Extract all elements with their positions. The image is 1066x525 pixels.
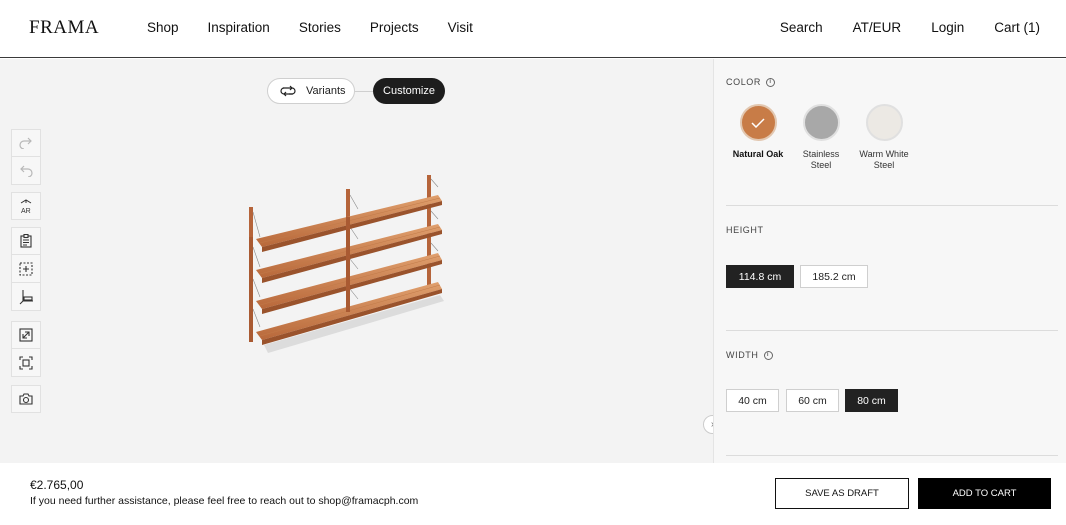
- nav-visit[interactable]: Visit: [448, 20, 473, 35]
- divider: [726, 205, 1058, 206]
- view-tools: [11, 321, 41, 377]
- swatch-label: Warm White Steel: [859, 149, 909, 170]
- nav-currency[interactable]: AT/EUR: [853, 20, 902, 35]
- capture-tools: [11, 385, 41, 413]
- swap-icon: [280, 85, 296, 97]
- nav-stories[interactable]: Stories: [299, 20, 341, 35]
- nav-login[interactable]: Login: [931, 20, 964, 35]
- info-icon[interactable]: i: [766, 77, 776, 87]
- add-to-cart-button[interactable]: ADD TO CART: [918, 478, 1051, 509]
- mode-connector: [355, 90, 373, 92]
- measure-icon: [19, 289, 33, 304]
- variants-label: Variants: [306, 85, 346, 97]
- screenshot-button[interactable]: [11, 385, 41, 413]
- add-module-button[interactable]: [11, 255, 41, 283]
- height-option-114-8[interactable]: 114.8 cm: [726, 265, 794, 288]
- fullscreen-button[interactable]: [11, 321, 41, 349]
- logo[interactable]: FRAMA: [29, 17, 99, 39]
- width-option-80[interactable]: 80 cm: [845, 389, 898, 412]
- swatch-label: Natural Oak: [732, 149, 784, 159]
- swatch-label: Stainless Steel: [802, 149, 840, 170]
- color-label: COLOR i: [726, 77, 776, 87]
- camera-icon: [19, 393, 33, 405]
- site-header: FRAMA Shop Inspiration Stories Projects …: [0, 0, 1066, 58]
- price: €2.765,00: [30, 478, 84, 492]
- shelf-render[interactable]: [230, 167, 460, 372]
- height-label: HEIGHT: [726, 225, 764, 235]
- measure-button[interactable]: [11, 283, 41, 311]
- width-label-text: WIDTH: [726, 350, 759, 360]
- color-label-text: COLOR: [726, 77, 762, 87]
- purchase-bar: €2.765,00 If you need further assistance…: [0, 463, 1066, 525]
- nav-inspiration[interactable]: Inspiration: [208, 20, 270, 35]
- check-icon: [751, 117, 765, 128]
- configurator-panel: COLOR i Natural Oak Stainless Steel Warm…: [713, 59, 1066, 463]
- ar-tools: AR: [11, 192, 41, 220]
- save-draft-button[interactable]: SAVE AS DRAFT: [775, 478, 909, 509]
- expand-icon: [19, 328, 33, 342]
- edit-tools: [11, 227, 41, 311]
- height-label-text: HEIGHT: [726, 225, 764, 235]
- height-option-185-2[interactable]: 185.2 cm: [800, 265, 868, 288]
- divider: [726, 455, 1058, 456]
- clipboard-icon: [20, 234, 32, 248]
- width-option-40[interactable]: 40 cm: [726, 389, 779, 412]
- svg-text:AR: AR: [21, 208, 31, 215]
- swatch-natural-oak[interactable]: Natural Oak: [726, 104, 790, 160]
- swatch-circle: [739, 104, 777, 141]
- swatch-circle: [802, 104, 840, 141]
- nav-projects[interactable]: Projects: [370, 20, 419, 35]
- nav-search[interactable]: Search: [780, 20, 823, 35]
- shelf-image: [249, 175, 444, 353]
- ar-button[interactable]: AR: [11, 192, 41, 220]
- nav-shop[interactable]: Shop: [147, 20, 179, 35]
- history-tools: [11, 129, 41, 185]
- frame-icon: [19, 355, 33, 370]
- main-nav: Shop Inspiration Stories Projects Visit: [147, 20, 502, 35]
- swatch-stainless-steel[interactable]: Stainless Steel: [789, 104, 853, 171]
- redo-icon: [19, 137, 32, 149]
- info-icon[interactable]: i: [763, 350, 773, 360]
- ar-icon: AR: [20, 199, 32, 215]
- width-label: WIDTH i: [726, 350, 773, 360]
- swatch-warm-white-steel[interactable]: Warm White Steel: [852, 104, 916, 171]
- fit-view-button[interactable]: [11, 349, 41, 377]
- swatch-circle: [865, 104, 903, 141]
- redo-button[interactable]: [11, 129, 41, 157]
- clipboard-button[interactable]: [11, 227, 41, 255]
- undo-button[interactable]: [11, 157, 41, 185]
- nav-cart[interactable]: Cart (1): [994, 20, 1040, 35]
- customize-button[interactable]: Customize: [373, 78, 445, 104]
- mode-toggle: Variants Customize: [267, 78, 445, 104]
- width-option-60[interactable]: 60 cm: [786, 389, 839, 412]
- assistance-text: If you need further assistance, please f…: [30, 495, 419, 507]
- utility-nav: Search AT/EUR Login Cart (1): [750, 20, 1040, 35]
- add-module-icon: [19, 261, 33, 276]
- divider: [726, 330, 1058, 331]
- undo-icon: [20, 165, 33, 177]
- product-viewer[interactable]: Variants Customize AR: [0, 59, 713, 463]
- variants-button[interactable]: Variants: [267, 78, 355, 104]
